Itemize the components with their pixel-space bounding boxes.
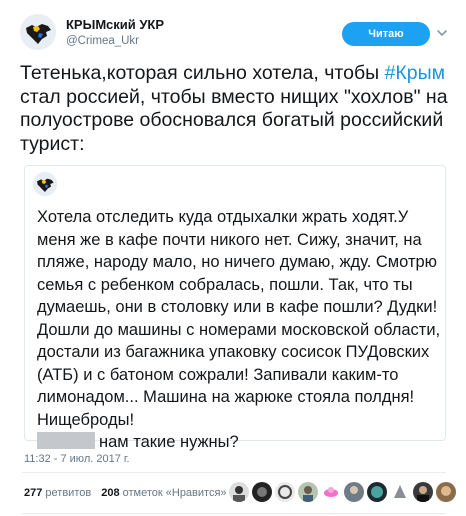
liker-avatar[interactable]	[367, 482, 387, 502]
quoted-text-last-line: нам такие нужны?	[99, 433, 239, 451]
retweets-label: ретвитов	[45, 487, 92, 499]
liker-avatar[interactable]	[275, 482, 295, 502]
author-handle[interactable]: @Crimea_Ukr	[66, 35, 139, 47]
liker-avatar[interactable]	[344, 482, 364, 502]
author-name[interactable]: КРЫМский УКР	[66, 17, 164, 32]
tweet-timestamp[interactable]: 11:32 - 7 июл. 2017 г.	[24, 453, 130, 465]
tweet-stats: 277 ретвитов 208 отметок «Нравится»	[24, 487, 227, 499]
liker-avatar[interactable]	[298, 482, 318, 502]
liker-avatar[interactable]	[413, 482, 433, 502]
liker-avatar[interactable]	[390, 482, 410, 502]
divider	[22, 513, 446, 514]
likes-stat[interactable]: 208 отметок «Нравится»	[101, 487, 226, 499]
tweet-text-before: Тетенька,которая сильно хотела, чтобы	[20, 62, 385, 84]
tweet-text: Тетенька,которая сильно хотела, чтобы #К…	[20, 62, 450, 156]
crimea-map-avatar-icon[interactable]	[20, 14, 56, 50]
liker-avatars[interactable]	[229, 482, 456, 504]
liker-avatar[interactable]	[229, 482, 249, 502]
crimea-map-avatar-icon	[33, 172, 57, 196]
tweet-text-after: стал россией, чтобы вместо нищих "хохлов…	[20, 85, 448, 155]
divider	[22, 472, 446, 473]
retweets-stat[interactable]: 277 ретвитов	[24, 487, 91, 499]
likes-label: отметок «Нравится»	[122, 487, 227, 499]
quoted-text-body: Хотела отследить куда отдыхалки жрать хо…	[37, 208, 441, 429]
liker-avatar[interactable]	[321, 482, 341, 502]
retweets-count: 277	[24, 487, 43, 499]
follow-button[interactable]: Читаю	[342, 22, 430, 46]
hashtag-link[interactable]: #Крым	[385, 62, 445, 84]
quoted-text: Хотела отследить куда отдыхалки жрать хо…	[37, 206, 441, 454]
liker-avatar[interactable]	[436, 482, 456, 502]
quoted-content-card[interactable]: Хотела отследить куда отдыхалки жрать хо…	[24, 165, 446, 451]
tweet-header: КРЫМский УКР @Crimea_Ukr Читаю	[20, 14, 450, 54]
likes-count: 208	[101, 487, 120, 499]
liker-avatar[interactable]	[252, 482, 272, 502]
redacted-block	[37, 432, 95, 449]
chevron-down-icon[interactable]	[435, 26, 449, 40]
